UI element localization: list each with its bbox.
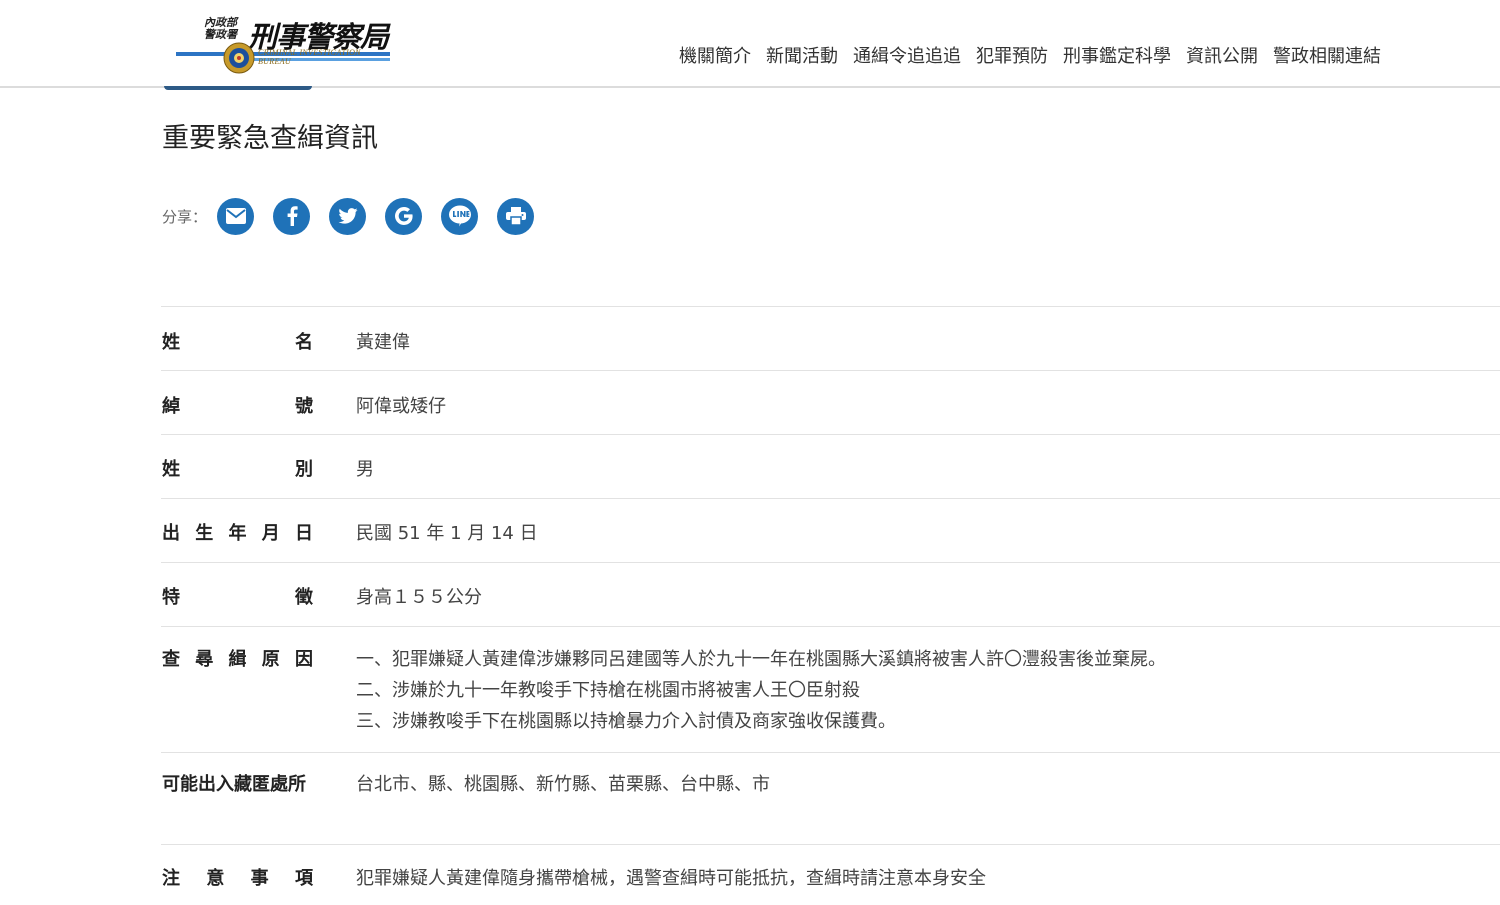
info-label-nickname: 綽號 xyxy=(162,396,313,417)
info-row-nickname: 綽號 阿偉或矮仔 xyxy=(161,371,1500,435)
info-value-hideouts: 台北市、縣、桃園縣、新竹縣、苗栗縣、台中縣、市 xyxy=(356,774,770,795)
info-value-reason: 一、犯罪嫌疑人黃建偉涉嫌夥同呂建國等人於九十一年在桃園縣大溪鎮將被害人許〇灃殺害… xyxy=(356,644,1500,752)
nav-item-related-links[interactable]: 警政相關連結 xyxy=(1273,42,1381,68)
info-label-hideouts: 可能出入藏匿處所 xyxy=(162,774,306,795)
nav-item-forensic-science[interactable]: 刑事鑑定科學 xyxy=(1063,42,1171,68)
email-icon xyxy=(225,208,246,224)
nav-item-news[interactable]: 新聞活動 xyxy=(766,42,838,68)
info-value-name: 黃建偉 xyxy=(356,332,410,353)
print-icon xyxy=(505,207,526,225)
site-logo[interactable]: 內政部 警政署 刑事警察局 CRIMINAL INVESTIGATION BUR… xyxy=(176,14,390,78)
main-nav: 機關簡介 新聞活動 通緝令追追追 犯罪預防 刑事鑑定科學 資訊公開 警政相關連結 xyxy=(664,42,1381,68)
info-row-name: 姓名 黃建偉 xyxy=(161,307,1500,371)
info-row-hideouts: 可能出入藏匿處所 台北市、縣、桃園縣、新竹縣、苗栗縣、台中縣、市 xyxy=(161,753,1500,845)
nav-item-public-info[interactable]: 資訊公開 xyxy=(1186,42,1258,68)
share-twitter-button[interactable] xyxy=(329,197,367,235)
info-label-notes: 注意事項 xyxy=(162,868,313,889)
info-row-gender: 姓別 男 xyxy=(161,435,1500,499)
share-bar: 分享： xyxy=(162,196,553,236)
info-value-birthdate: 民國 51 年 1 月 14 日 xyxy=(356,523,538,544)
reason-line: 一、犯罪嫌疑人黃建偉涉嫌夥同呂建國等人於九十一年在桃園縣大溪鎮將被害人許〇灃殺害… xyxy=(356,649,1166,670)
info-label-gender: 姓別 xyxy=(162,459,313,480)
info-row-reason: 查尋緝原因 一、犯罪嫌疑人黃建偉涉嫌夥同呂建國等人於九十一年在桃園縣大溪鎮將被害… xyxy=(161,627,1500,753)
reason-line: 三、涉嫌教唆手下在桃園縣以持槍暴力介入討債及商家強收保護費。 xyxy=(356,711,896,732)
submenu-tab-edge xyxy=(164,86,312,90)
info-value-features: 身高１５５公分 xyxy=(356,587,482,608)
info-value-nickname: 阿偉或矮仔 xyxy=(356,396,446,417)
share-label: 分享： xyxy=(162,207,208,226)
nav-item-crime-prevention[interactable]: 犯罪預防 xyxy=(976,42,1048,68)
google-icon xyxy=(394,207,413,225)
info-label-reason: 查尋緝原因 xyxy=(162,649,313,670)
nav-item-about[interactable]: 機關簡介 xyxy=(679,42,751,68)
share-print-button[interactable] xyxy=(497,197,535,235)
share-facebook-button[interactable] xyxy=(273,197,311,235)
share-email-button[interactable] xyxy=(217,197,255,235)
line-icon xyxy=(448,205,471,227)
twitter-icon xyxy=(337,208,358,224)
page-title: 重要緊急查緝資訊 xyxy=(162,123,378,154)
suspect-info-table: 姓名 黃建偉 綽號 阿偉或矮仔 姓別 男 出生年月日 民國 51 年 1 月 1… xyxy=(161,306,1500,905)
nav-item-wanted[interactable]: 通緝令追追追 xyxy=(853,42,961,68)
info-value-notes: 犯罪嫌疑人黃建偉隨身攜帶槍械，遇警查緝時可能抵抗，查緝時請注意本身安全 xyxy=(356,868,986,889)
facebook-icon xyxy=(287,206,298,226)
police-emblem-icon xyxy=(223,42,255,74)
info-row-features: 特徵 身高１５５公分 xyxy=(161,563,1500,627)
site-header: 內政部 警政署 刑事警察局 CRIMINAL INVESTIGATION BUR… xyxy=(0,0,1500,88)
info-label-features: 特徵 xyxy=(162,587,313,608)
share-google-button[interactable] xyxy=(385,197,423,235)
logo-bureau-name-en: CRIMINAL INVESTIGATION BUREAU xyxy=(258,48,361,66)
share-line-button[interactable] xyxy=(441,197,479,235)
info-label-birthdate: 出生年月日 xyxy=(162,523,313,544)
logo-ministry-text: 內政部 警政署 xyxy=(204,16,237,41)
info-row-notes: 注意事項 犯罪嫌疑人黃建偉隨身攜帶槍械，遇警查緝時可能抵抗，查緝時請注意本身安全 xyxy=(161,845,1500,905)
info-value-gender: 男 xyxy=(356,459,374,480)
info-row-birthdate: 出生年月日 民國 51 年 1 月 14 日 xyxy=(161,499,1500,563)
reason-line: 二、涉嫌於九十一年教唆手下持槍在桃園市將被害人王〇臣射殺 xyxy=(356,680,860,701)
info-label-name: 姓名 xyxy=(162,332,313,353)
